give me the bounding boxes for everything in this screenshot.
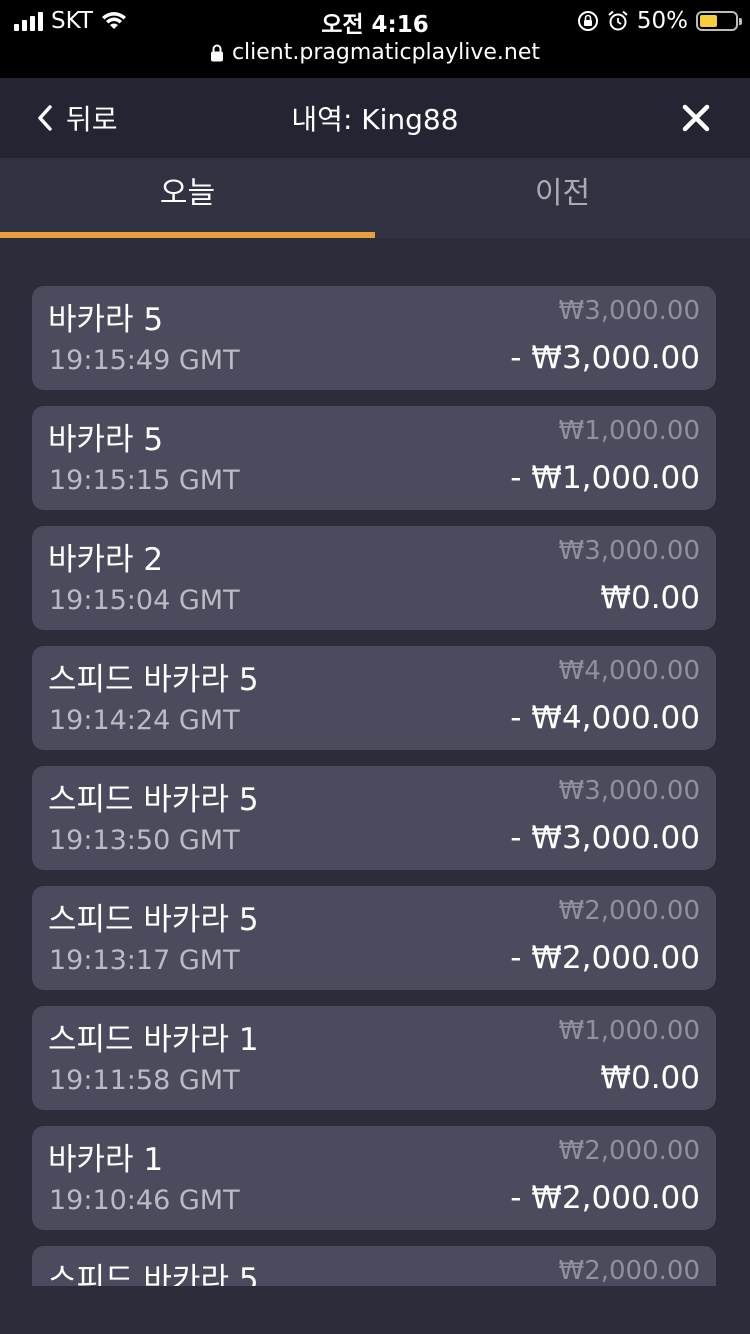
close-icon (682, 104, 710, 132)
result-amount: ₩0.00 (600, 580, 700, 616)
tab-bar: 오늘 이전 (0, 158, 750, 238)
back-button[interactable]: 뒤로 (36, 98, 118, 138)
history-row[interactable]: 스피드 바카라 5 19:13:17 GMT ₩2,000.00 - ₩2,00… (32, 886, 716, 990)
game-name: 바카라 5 (48, 302, 164, 338)
history-row[interactable]: 바카라 5 19:15:49 GMT ₩3,000.00 - ₩3,000.00 (32, 286, 716, 390)
round-time: 19:13:17 GMT (49, 945, 240, 976)
game-name: 바카라 2 (48, 542, 164, 578)
bet-amount: ₩3,000.00 (558, 776, 701, 806)
history-list[interactable]: 바카라 5 19:15:49 GMT ₩3,000.00 - ₩3,000.00… (32, 286, 716, 1286)
round-time: 19:13:50 GMT (49, 825, 240, 856)
result-amount: - ₩2,000.00 (510, 940, 700, 976)
chevron-left-icon (38, 105, 52, 131)
status-bar: SKT 오전 4:16 50% client.pragmaticplaylive… (0, 0, 750, 78)
round-time: 19:15:04 GMT (49, 585, 240, 616)
round-time: 19:15:49 GMT (49, 345, 240, 376)
game-name: 스피드 바카라 1 (48, 1022, 259, 1058)
active-tab-indicator (0, 232, 375, 238)
bet-amount: ₩2,000.00 (558, 1256, 701, 1286)
history-row[interactable]: 스피드 바카라 1 19:11:58 GMT ₩1,000.00 ₩0.00 (32, 1006, 716, 1110)
result-amount: - ₩4,000.00 (510, 700, 700, 736)
bet-amount: ₩2,000.00 (558, 1136, 701, 1166)
result-amount: - ₩1,000.00 (510, 460, 700, 496)
game-name: 스피드 바카라 5 (48, 902, 259, 938)
back-label: 뒤로 (66, 103, 118, 136)
battery-percent: 50% (636, 8, 688, 34)
game-name: 바카라 5 (48, 422, 164, 458)
result-amount: - ₩3,000.00 (510, 820, 700, 856)
bet-amount: ₩4,000.00 (558, 656, 701, 686)
bet-amount: ₩3,000.00 (558, 536, 701, 566)
result-amount: ₩0.00 (600, 1060, 700, 1096)
result-amount: - ₩3,000.00 (510, 340, 700, 376)
alarm-icon (608, 10, 628, 31)
game-name: 스피드 바카라 5 (48, 662, 259, 698)
tab-previous-label: 이전 (534, 176, 591, 211)
history-row[interactable]: 바카라 5 19:15:15 GMT ₩1,000.00 - ₩1,000.00 (32, 406, 716, 510)
bet-amount: ₩2,000.00 (558, 896, 701, 926)
history-row[interactable]: 바카라 2 19:15:04 GMT ₩3,000.00 ₩0.00 (32, 526, 716, 630)
history-row[interactable]: 스피드 바카라 5 19:13:50 GMT ₩3,000.00 - ₩3,00… (32, 766, 716, 870)
tab-today-label: 오늘 (159, 176, 216, 211)
history-row[interactable]: 스피드 바카라 5 19:14:24 GMT ₩4,000.00 - ₩4,00… (32, 646, 716, 750)
rotation-lock-icon (577, 11, 598, 31)
game-name: 바카라 1 (48, 1142, 164, 1178)
battery-icon (696, 11, 742, 31)
history-row[interactable]: 바카라 1 19:10:46 GMT ₩2,000.00 - ₩2,000.00 (32, 1126, 716, 1230)
round-time: 19:14:24 GMT (49, 705, 240, 736)
round-time: 19:15:15 GMT (49, 465, 240, 496)
bet-amount: ₩1,000.00 (558, 1016, 701, 1046)
close-button[interactable] (674, 96, 718, 140)
game-name: 스피드 바카라 5 (48, 782, 259, 818)
url-text: client.pragmaticplaylive.net (231, 40, 541, 65)
result-amount: - ₩2,000.00 (510, 1180, 700, 1216)
tab-previous[interactable]: 이전 (375, 158, 750, 238)
history-row[interactable]: 스피드 바카라 5 ₩2,000.00 (32, 1246, 716, 1286)
round-time: 19:11:58 GMT (49, 1065, 240, 1096)
url-bar[interactable]: client.pragmaticplaylive.net (0, 40, 750, 65)
tab-today[interactable]: 오늘 (0, 158, 375, 238)
lock-icon (210, 44, 223, 61)
bet-amount: ₩3,000.00 (558, 296, 701, 326)
status-right: 50% (577, 6, 742, 36)
header: 뒤로 내역: King88 (0, 78, 750, 158)
game-name: 스피드 바카라 5 (48, 1262, 259, 1286)
bet-amount: ₩1,000.00 (558, 416, 701, 446)
round-time: 19:10:46 GMT (49, 1185, 240, 1216)
